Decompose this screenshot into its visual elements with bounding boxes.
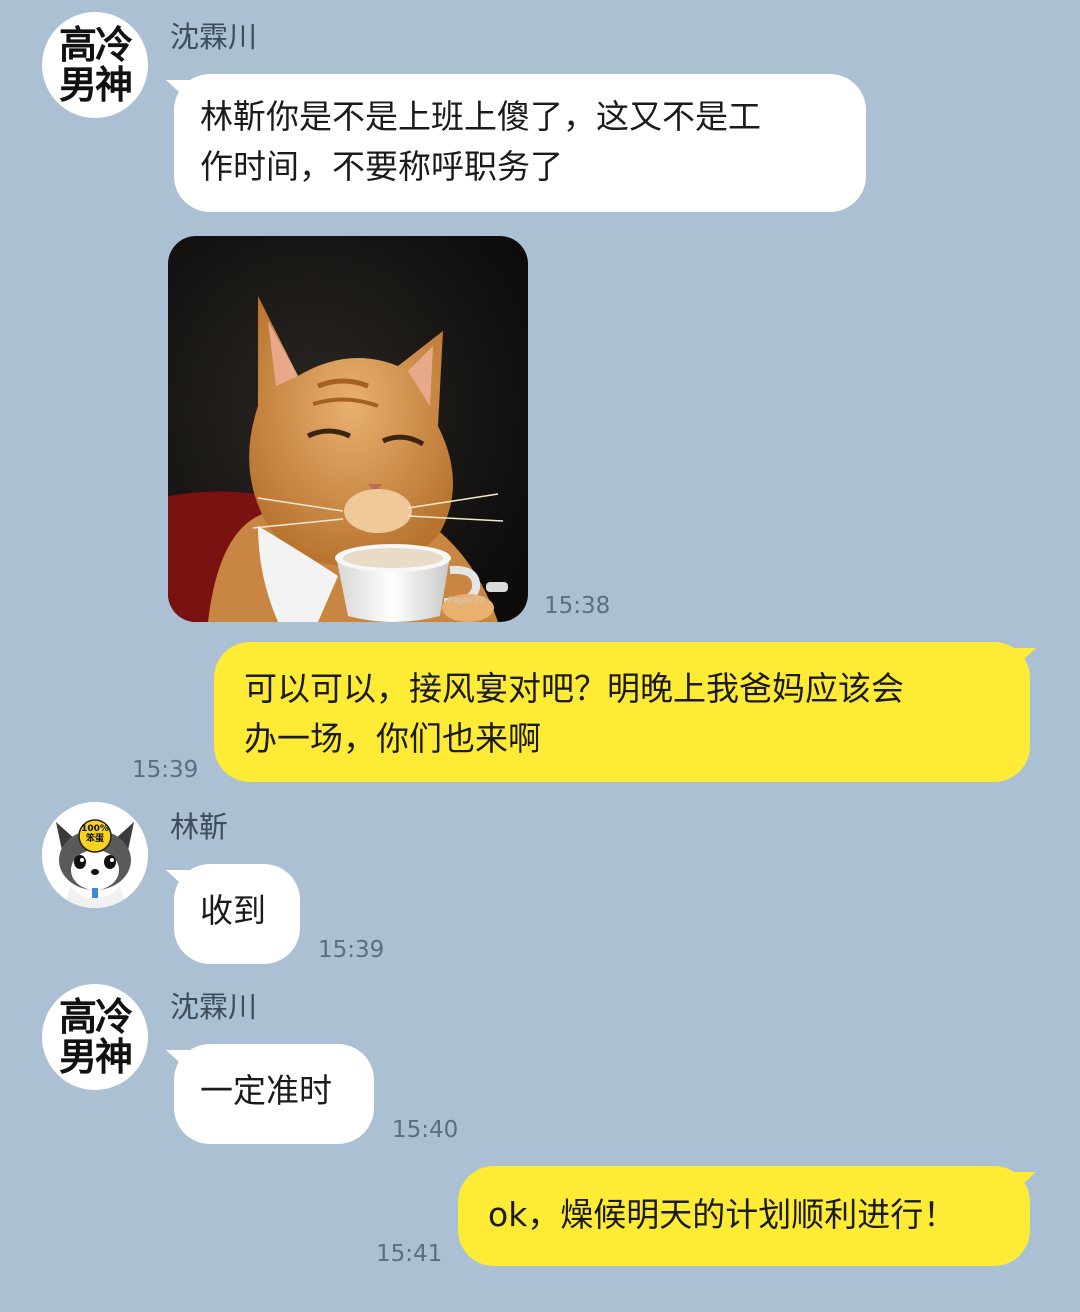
message-time: 15:40	[392, 1117, 459, 1143]
avatar-text-line1: 高冷	[58, 995, 133, 1039]
message-time: 15:39	[318, 937, 385, 963]
message-bubble[interactable]: ok，燥候明天的计划顺利进行！	[458, 1166, 1030, 1266]
message-bubble[interactable]: 收到	[174, 864, 300, 964]
image-watermark: Paper77	[448, 596, 485, 606]
cat-holding-coffee-cup-icon	[168, 236, 528, 622]
message-image[interactable]: Paper77	[168, 236, 528, 622]
message-bubble[interactable]: 一定准时	[174, 1044, 374, 1144]
avatar-text: 高冷 男神	[42, 12, 148, 118]
message-text: 林靳你是不是上班上傻了，这又不是工 作时间，不要称呼职务了	[200, 97, 761, 186]
badge-line1: 100%	[81, 824, 109, 834]
sender-name: 沈霖川	[170, 20, 258, 54]
avatar-text-line1: 高冷	[58, 23, 133, 67]
avatar-shen[interactable]: 高冷 男神	[42, 984, 148, 1090]
message-text: 一定准时	[200, 1071, 332, 1110]
avatar-text-line2: 男神	[58, 1035, 133, 1079]
message-text: 收到	[200, 891, 266, 930]
avatar-badge: 100% 笨蛋	[79, 824, 111, 844]
avatar-text-line2: 男神	[58, 63, 133, 107]
message-time: 15:39	[132, 757, 199, 783]
badge-line2: 笨蛋	[85, 834, 104, 844]
message-text: ok，燥候明天的计划顺利进行！	[488, 1195, 957, 1234]
cartoon-dog-avatar-icon	[42, 802, 148, 908]
message-time: 15:38	[544, 593, 611, 619]
sender-name: 林靳	[170, 810, 229, 844]
message-time: 15:41	[376, 1241, 443, 1267]
message-bubble[interactable]: 可以可以，接风宴对吧？明晚上我爸妈应该会 办一场，你们也来啊	[214, 642, 1030, 782]
avatar-text: 高冷 男神	[42, 984, 148, 1090]
avatar-lin[interactable]: 100% 笨蛋	[42, 802, 148, 908]
message-text: 可以可以，接风宴对吧？明晚上我爸妈应该会 办一场，你们也来啊	[244, 669, 904, 758]
message-bubble[interactable]: 林靳你是不是上班上傻了，这又不是工 作时间，不要称呼职务了	[174, 74, 866, 212]
avatar-shen[interactable]: 高冷 男神	[42, 12, 148, 118]
sender-name: 沈霖川	[170, 990, 258, 1024]
